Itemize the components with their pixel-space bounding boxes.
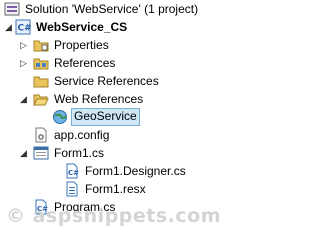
solution-label: Solution 'WebService' (1 project) bbox=[25, 2, 199, 16]
app-config-label: app.config bbox=[54, 128, 110, 142]
folder-icon bbox=[33, 73, 49, 89]
expand-references-icon[interactable]: ▷ bbox=[20, 59, 29, 68]
form-icon bbox=[33, 145, 49, 161]
web-references-node[interactable]: Web References bbox=[33, 90, 145, 108]
form1-designer-node[interactable]: C# Form1.Designer.cs bbox=[64, 162, 188, 180]
references-label: References bbox=[54, 56, 116, 70]
properties-node[interactable]: Properties bbox=[33, 36, 111, 54]
references-node[interactable]: References bbox=[33, 54, 117, 72]
service-references-label: Service References bbox=[54, 74, 159, 88]
form1-node[interactable]: Form1.cs bbox=[33, 144, 106, 162]
svg-text:C#: C# bbox=[68, 169, 79, 177]
geoservice-node[interactable]: GeoService bbox=[52, 108, 140, 126]
solution-icon bbox=[4, 1, 20, 17]
form1-designer-label: Form1.Designer.cs bbox=[85, 164, 186, 178]
project-label: WebService_CS bbox=[36, 20, 128, 34]
collapse-web-references-icon[interactable]: ◢ bbox=[20, 95, 29, 104]
solution-node[interactable]: Solution 'WebService' (1 project) bbox=[4, 0, 200, 18]
properties-label: Properties bbox=[54, 38, 109, 52]
expand-properties-icon[interactable]: ▷ bbox=[20, 41, 29, 50]
web-references-label: Web References bbox=[54, 92, 144, 106]
form1-resx-label: Form1.resx bbox=[85, 182, 146, 196]
app-config-node[interactable]: app.config bbox=[33, 126, 111, 144]
geoservice-label: GeoService bbox=[71, 108, 140, 126]
svg-text:C#: C# bbox=[18, 24, 32, 34]
service-references-node[interactable]: Service References bbox=[33, 72, 161, 90]
watermark: © aspsnippets.com bbox=[6, 205, 222, 227]
csharp-project-icon: C# bbox=[15, 19, 32, 35]
resx-file-icon bbox=[64, 181, 80, 197]
web-service-globe-icon bbox=[52, 109, 68, 125]
config-file-icon bbox=[33, 127, 49, 143]
collapse-project-icon[interactable]: ◢ bbox=[5, 23, 14, 32]
project-node[interactable]: C# WebService_CS bbox=[15, 18, 129, 36]
form1-label: Form1.cs bbox=[54, 146, 105, 160]
collapse-form1-icon[interactable]: ◢ bbox=[20, 149, 29, 158]
references-folder-icon bbox=[33, 55, 49, 71]
open-folder-icon bbox=[33, 91, 49, 107]
csharp-file-icon: C# bbox=[64, 163, 80, 179]
properties-folder-icon bbox=[33, 37, 49, 53]
form1-resx-node[interactable]: Form1.resx bbox=[64, 180, 148, 198]
